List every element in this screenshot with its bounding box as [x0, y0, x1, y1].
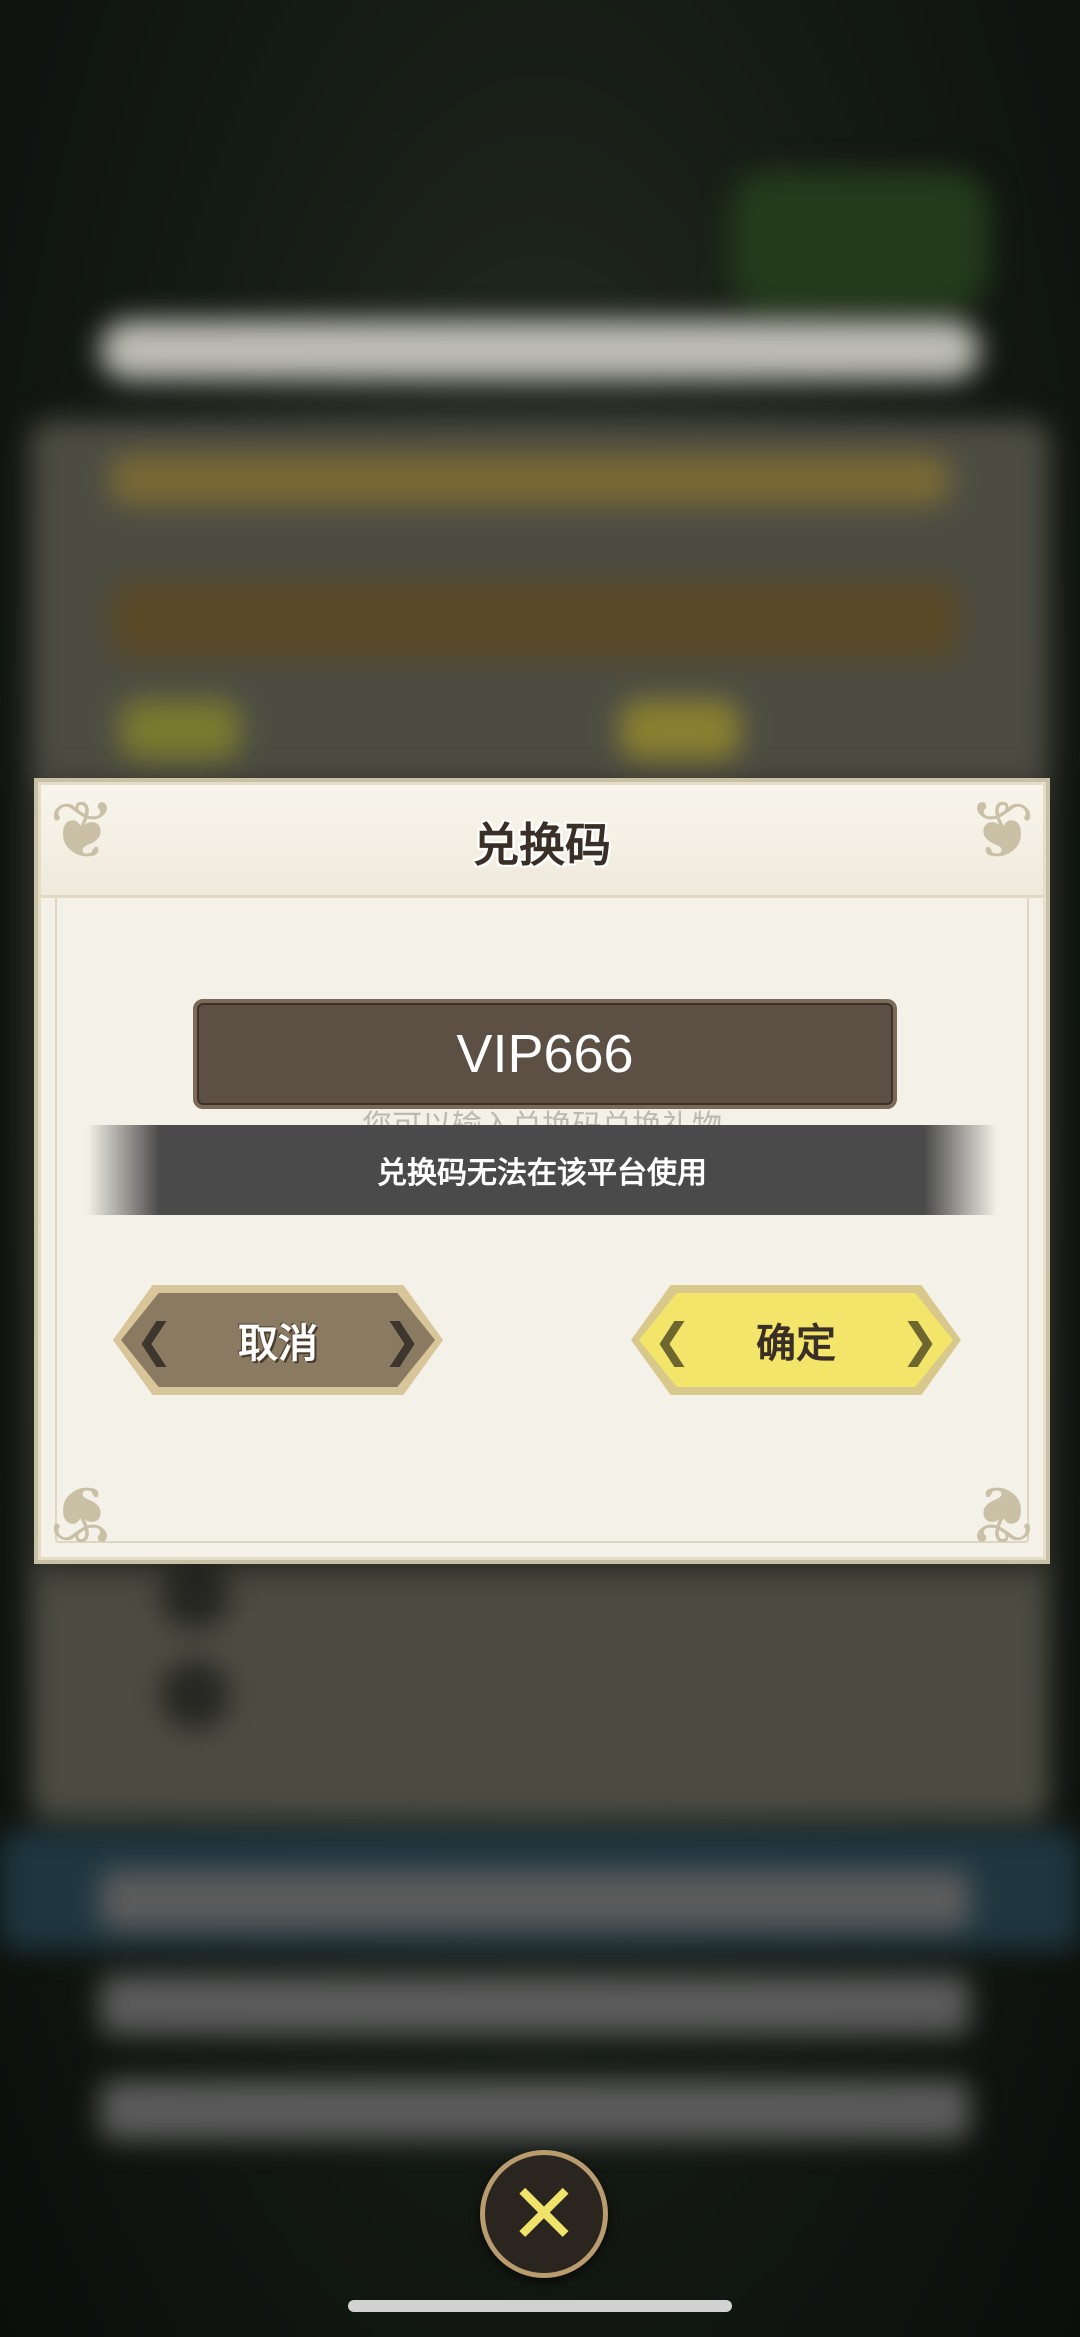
- button-ornament-icon: ❯: [900, 1313, 939, 1367]
- confirm-button[interactable]: ❮ ❯ 确定: [631, 1285, 961, 1395]
- cancel-button[interactable]: ❮ ❯ 取消: [113, 1285, 443, 1395]
- redeem-code-input[interactable]: VIP666: [193, 999, 897, 1109]
- background-strip: [110, 580, 960, 660]
- home-indicator[interactable]: [348, 2300, 732, 2312]
- dialog-title: 兑换码: [473, 818, 611, 872]
- background-avatar: [160, 1560, 230, 1630]
- error-toast: 兑换码无法在该平台使用: [87, 1125, 997, 1215]
- corner-ornament-icon: ❦: [967, 1467, 1035, 1560]
- background-row: [100, 2080, 970, 2140]
- cancel-button-label: 取消: [238, 1321, 318, 1367]
- error-toast-message: 兑换码无法在该平台使用: [377, 1156, 707, 1191]
- background-item: [620, 700, 740, 760]
- background-strip: [110, 455, 950, 505]
- corner-ornament-icon: ❦: [49, 1467, 117, 1560]
- button-ornament-icon: ❮: [135, 1313, 174, 1367]
- background-row: [100, 1975, 970, 2035]
- button-ornament-icon: ❮: [653, 1313, 692, 1367]
- redeem-code-value: VIP666: [456, 1024, 634, 1084]
- confirm-button-label: 确定: [756, 1321, 836, 1367]
- background-bar: [100, 320, 980, 380]
- background-item: [120, 700, 240, 760]
- background-avatar: [160, 1660, 230, 1730]
- button-ornament-icon: ❯: [382, 1313, 421, 1367]
- close-button[interactable]: ✕: [480, 2150, 608, 2278]
- redeem-code-dialog: ❦ ❦ ❦ ❦ 兑换码 VIP666 您可以输入兑换码兑换礼物 兑换码无法在该平…: [38, 782, 1046, 1560]
- background-blob: [730, 170, 990, 310]
- close-icon: ✕: [508, 2165, 580, 2263]
- background-row: [100, 1870, 970, 1930]
